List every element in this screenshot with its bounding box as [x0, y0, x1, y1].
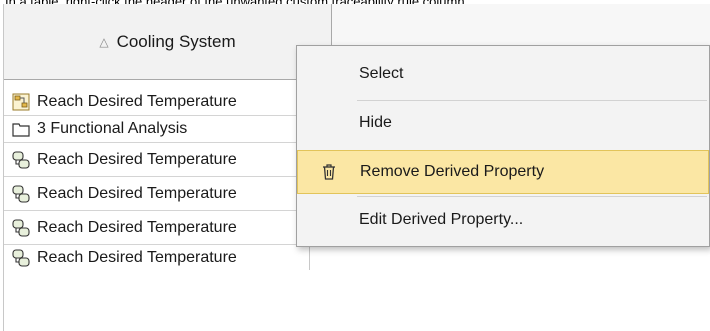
menu-item-label: Hide: [359, 114, 392, 131]
trash-icon: [298, 164, 360, 180]
row-label: Reach Desired Temperature: [37, 184, 237, 202]
activity-icon: [12, 184, 30, 203]
menu-item-edit-derived-property[interactable]: Edit Derived Property...: [297, 198, 709, 242]
menu-item-label: Edit Derived Property...: [359, 211, 524, 228]
activity-icon: [12, 218, 30, 237]
row-label: Reach Desired Temperature: [37, 92, 237, 110]
folder-icon: [12, 120, 30, 138]
menu-item-hide[interactable]: Hide: [297, 101, 709, 145]
row-label: Reach Desired Temperature: [37, 150, 237, 168]
row-label: Reach Desired Temperature: [37, 248, 237, 266]
menu-item-label: Select: [359, 65, 404, 82]
table-row[interactable]: Reach Desired Temperature: [4, 88, 310, 116]
context-menu: Select Hide Remove Derived Property Edit…: [296, 45, 710, 247]
activity-icon: [12, 150, 30, 169]
menu-item-remove-derived-property[interactable]: Remove Derived Property: [297, 150, 709, 194]
table-rows: Reach Desired Temperature 3 Functional A…: [4, 88, 310, 270]
table-row[interactable]: 3 Functional Analysis: [4, 116, 310, 143]
menu-separator: [357, 196, 707, 197]
row-label: 3 Functional Analysis: [37, 120, 188, 137]
column-header-label: Cooling System: [116, 31, 236, 51]
table-row[interactable]: Reach Desired Temperature: [4, 143, 310, 177]
row-label: Reach Desired Temperature: [37, 218, 237, 236]
menu-item-select[interactable]: Select: [297, 52, 709, 96]
column-header-cooling-system[interactable]: △ Cooling System: [4, 4, 332, 80]
diagram-icon: [12, 93, 30, 111]
menu-item-label: Remove Derived Property: [360, 163, 545, 180]
activity-icon: [12, 248, 30, 267]
table-row[interactable]: Reach Desired Temperature: [4, 245, 310, 270]
table-row[interactable]: Reach Desired Temperature: [4, 177, 310, 211]
triangle-up-icon: △: [99, 34, 109, 49]
table-row[interactable]: Reach Desired Temperature: [4, 211, 310, 245]
